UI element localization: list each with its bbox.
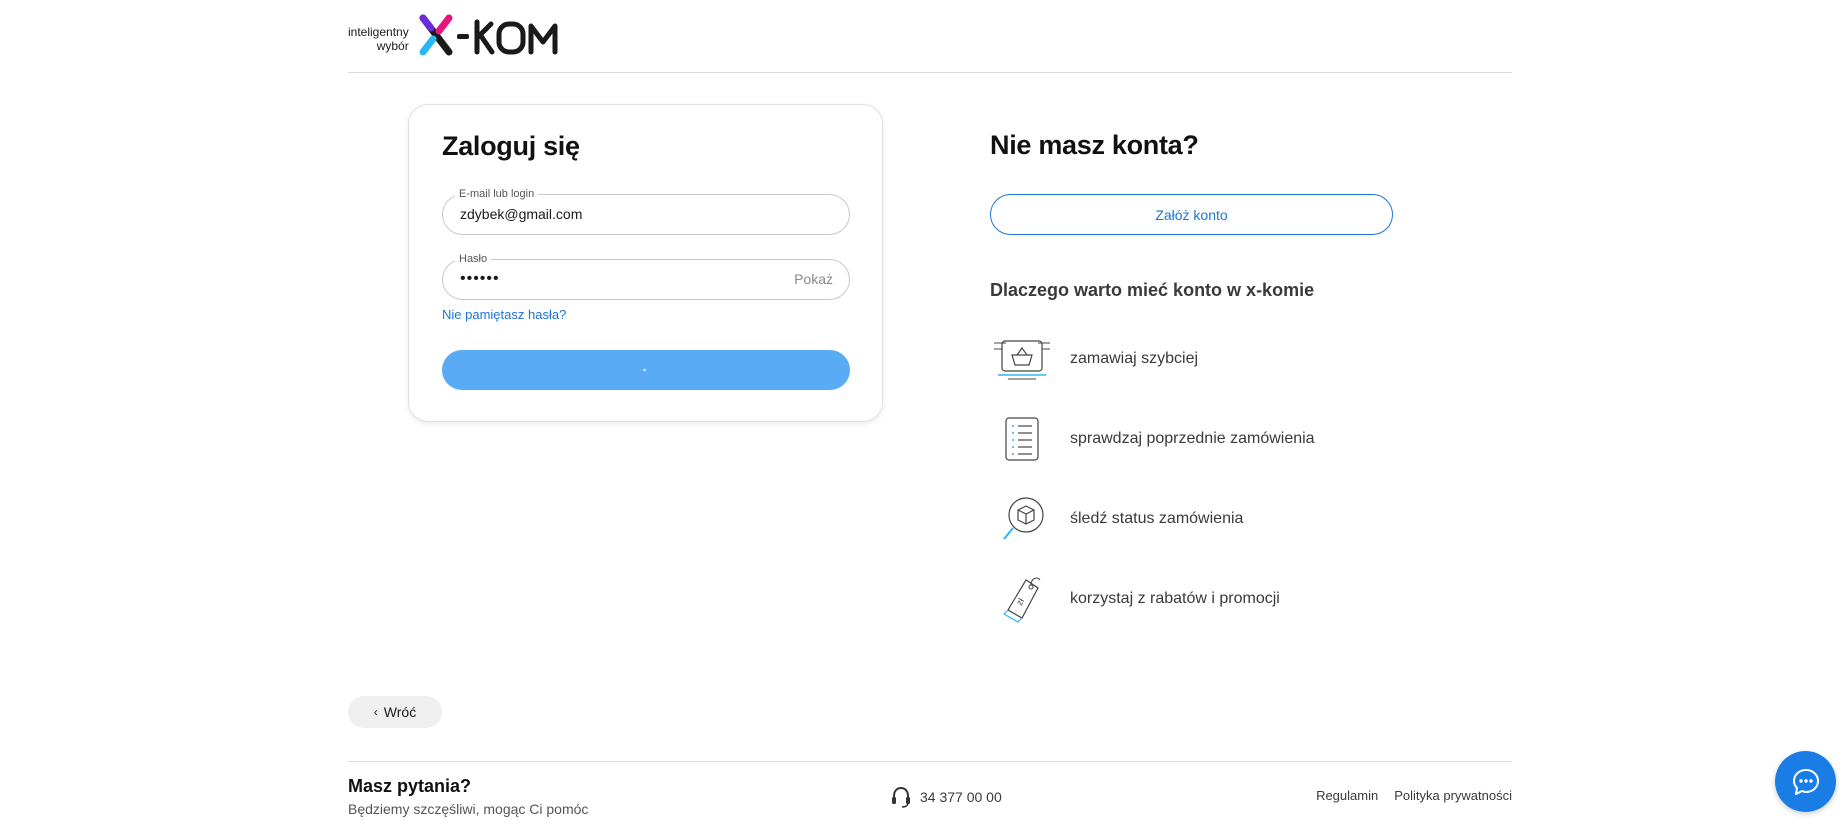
chevron-left-icon: ‹ xyxy=(373,705,378,719)
email-field[interactable]: E-mail lub login zdybek@gmail.com xyxy=(442,187,850,235)
footer-divider xyxy=(348,761,1512,762)
tagline-line2: wybór xyxy=(376,39,409,53)
login-title: Zaloguj się xyxy=(442,131,580,161)
benefit-item: zamawiaj szybciej xyxy=(990,331,1410,387)
benefit-text: korzystaj z rabatów i promocji xyxy=(1070,590,1280,607)
back-button[interactable]: ‹ Wróć xyxy=(348,696,442,728)
forgot-password-link[interactable]: Nie pamiętasz hasła? xyxy=(442,307,566,322)
benefit-item: śledź status zamówienia xyxy=(990,491,1410,547)
chat-bubble-icon xyxy=(1792,768,1819,795)
password-value[interactable]: •••••• xyxy=(460,270,500,288)
show-password-button[interactable]: Pokaż xyxy=(794,271,833,287)
page-header: inteligentny wybór xyxy=(348,0,1512,73)
login-card: Zaloguj się E-mail lub login zdybek@gmai… xyxy=(408,104,883,422)
basket-icon xyxy=(990,331,1054,387)
chat-button[interactable] xyxy=(1775,751,1836,812)
benefit-item: sprawdzaj poprzednie zamówienia xyxy=(990,411,1410,467)
email-value[interactable]: zdybek@gmail.com xyxy=(460,206,582,222)
privacy-policy-link[interactable]: Polityka prywatności xyxy=(1394,788,1512,803)
benefit-item: zł korzystaj z rabatów i promocji xyxy=(990,571,1410,627)
loading-spinner-icon xyxy=(643,369,646,371)
benefit-text: śledź status zamówienia xyxy=(1070,510,1244,527)
back-label: Wróć xyxy=(383,704,417,720)
footer-question: Masz pytania? xyxy=(348,776,472,796)
login-submit-button[interactable] xyxy=(442,350,850,390)
footer-links: Regulamin Polityka prywatności xyxy=(1316,788,1512,803)
phone-number: 34 377 00 00 xyxy=(920,789,1002,805)
terms-link[interactable]: Regulamin xyxy=(1316,788,1378,803)
list-icon xyxy=(990,411,1054,467)
phone-contact[interactable]: 34 377 00 00 xyxy=(890,786,1002,808)
svg-text:zł: zł xyxy=(1014,596,1026,607)
logo-tagline: inteligentny wybór xyxy=(348,25,409,53)
password-label: Hasło xyxy=(455,252,492,266)
tagline-line1: inteligentny xyxy=(348,25,409,39)
price-tag-icon: zł xyxy=(990,571,1054,627)
headset-icon xyxy=(892,786,910,808)
create-account-button[interactable]: Załóż konto xyxy=(990,194,1393,235)
benefits-title: Dlaczego warto mieć konto w x-komie xyxy=(990,280,1315,300)
register-title: Nie masz konta? xyxy=(990,130,1199,160)
benefit-text: zamawiaj szybciej xyxy=(1070,350,1199,367)
footer-subtitle: Będziemy szczęśliwi, mogąc Ci pomóc xyxy=(348,801,589,817)
benefit-text: sprawdzaj poprzednie zamówienia xyxy=(1070,430,1315,447)
x-kom-logo-icon xyxy=(419,14,558,56)
package-search-icon xyxy=(990,491,1054,547)
logo[interactable]: inteligentny wybór xyxy=(348,14,569,60)
password-field[interactable]: Hasło •••••• Pokaż xyxy=(442,252,850,300)
email-label: E-mail lub login xyxy=(455,187,539,201)
